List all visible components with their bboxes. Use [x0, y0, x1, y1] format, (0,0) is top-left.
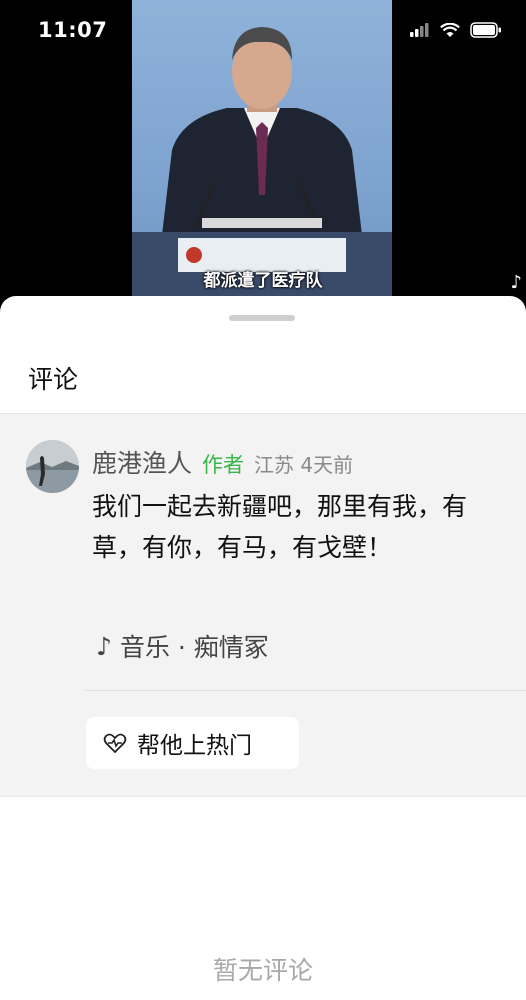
battery-icon — [470, 22, 501, 38]
author-comment-card: 鹿港渔人 作者 江苏 4天前 我们一起去新疆吧，那里有我，有草，有你，有马，有戈… — [0, 413, 526, 797]
wifi-icon — [440, 22, 460, 37]
avatar[interactable] — [26, 440, 79, 493]
comment-header: 鹿港渔人 作者 江苏 4天前 — [92, 444, 353, 480]
status-time: 11:07 — [38, 18, 108, 42]
comment-text: 我们一起去新疆吧，那里有我，有草，有你，有马，有戈壁！ — [92, 492, 468, 562]
avatar-image — [26, 440, 79, 493]
sheet-drag-handle[interactable] — [229, 315, 295, 321]
boost-button-label: 帮他上热门 — [137, 733, 252, 759]
status-icons — [410, 22, 502, 38]
comment-music-link[interactable]: ♪ 音乐 · 痴情冢 — [96, 628, 269, 664]
cellular-signal-icon — [410, 23, 429, 37]
boost-hot-button[interactable]: 帮他上热门 — [86, 717, 299, 769]
tiktok-icon: ♪ — [510, 272, 523, 293]
music-label: 音乐 · 痴情冢 — [119, 633, 269, 662]
video-subtitle: 都派遣了医疗队 — [203, 271, 323, 291]
status-bar: 11:07 — [0, 0, 526, 64]
comment-location-time: 江苏 4天前 — [254, 453, 354, 477]
heart-pulse-icon — [103, 733, 127, 754]
divider — [85, 690, 526, 691]
comment-author[interactable]: 鹿港渔人 — [92, 444, 192, 480]
comments-title: 评论 — [28, 365, 79, 394]
comments-sheet: 评论 鹿港渔人 作者 江苏 4天前 我们一起去新疆吧，那里有我，有草，有你，有马… — [0, 296, 526, 1000]
author-badge: 作者 — [202, 453, 245, 477]
empty-comments-text: 暂无评论 — [212, 956, 313, 985]
music-note-icon: ♪ — [96, 631, 112, 661]
